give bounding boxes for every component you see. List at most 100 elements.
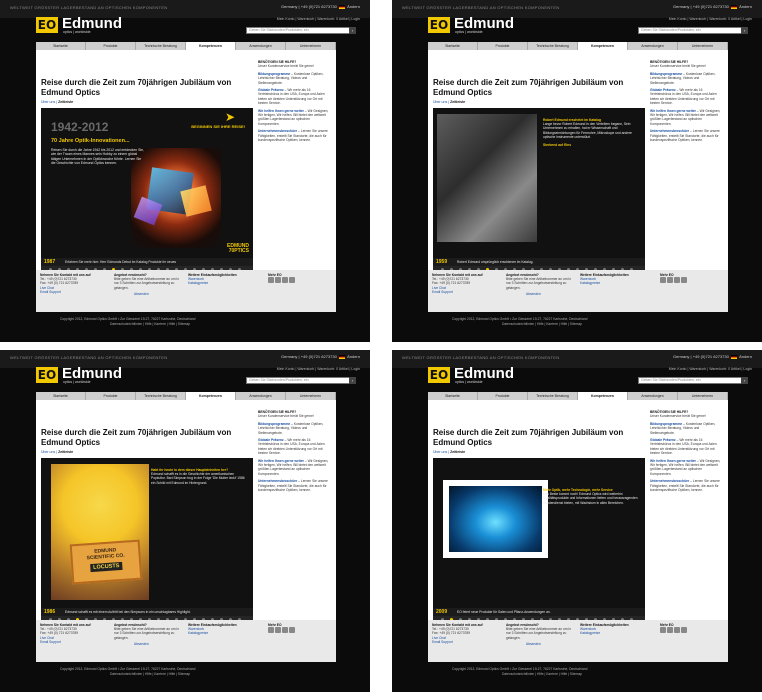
youtube-icon[interactable] <box>282 277 288 284</box>
change-link[interactable]: Ändern <box>739 4 752 9</box>
sidebar-link[interactable]: Unternehmensbroschüre <box>650 479 689 483</box>
facebook-icon[interactable] <box>660 627 666 634</box>
nav-tab[interactable]: Produkte <box>86 42 136 50</box>
sidebar-link[interactable]: Unternehmensbroschüre <box>258 479 297 483</box>
twitter-icon[interactable] <box>275 627 281 634</box>
sidebar-link[interactable]: Globale Präsenz <box>258 438 284 442</box>
nav-tab[interactable]: Startseite <box>428 392 478 400</box>
legal-links[interactable]: Datenschutzrichtlinien | Hilfe | Karrier… <box>110 672 190 676</box>
search-input[interactable]: Geben Sie Stichworten/Produkten- ein <box>638 27 748 34</box>
twitter-icon[interactable] <box>275 277 281 284</box>
linkedin-icon[interactable] <box>289 627 295 634</box>
account-links[interactable]: Mein Konto | Warenkorb | Warenkorb: 0 Ar… <box>277 367 360 371</box>
search-icon[interactable]: › <box>349 377 356 384</box>
change-link[interactable]: Ändern <box>347 4 360 9</box>
nav-tab[interactable]: Technische Beratung <box>528 392 578 400</box>
nav-tab[interactable]: Produkte <box>478 42 528 50</box>
nav-tab[interactable]: Unternehmen <box>678 392 728 400</box>
change-link[interactable]: Ändern <box>347 354 360 359</box>
nav-tab[interactable]: Produkte <box>86 392 136 400</box>
arrow-icon[interactable]: ➤ <box>225 110 237 124</box>
breadcrumb-link[interactable]: Über uns <box>433 450 447 454</box>
sidebar-link[interactable]: Wir helfen Ihnen gerne weiter <box>258 459 304 463</box>
sidebar-link[interactable]: Bildungsprogramme <box>650 422 682 426</box>
account-links[interactable]: Mein Konto | Warenkorb | Warenkorb: 0 Ar… <box>669 367 752 371</box>
country-selector[interactable]: Germany | +49 (0)721 6273730 Ändern <box>281 354 360 359</box>
search-icon[interactable]: › <box>741 377 748 384</box>
twitter-icon[interactable] <box>667 627 673 634</box>
account-links[interactable]: Mein Konto | Warenkorb | Warenkorb: 0 Ar… <box>277 17 360 21</box>
nav-tab[interactable]: Anwendungen <box>628 392 678 400</box>
offer-submit-button[interactable]: Absenden <box>506 292 576 296</box>
timeline-slide[interactable]: 1942-2012 70 Jahre Optik-Innovationen...… <box>41 108 253 258</box>
nav-tab[interactable]: Technische Beratung <box>136 392 186 400</box>
youtube-icon[interactable] <box>674 277 680 284</box>
search-input[interactable]: Geben Sie Stichworten/Produkten- ein <box>246 377 356 384</box>
nav-tab[interactable]: Unternehmen <box>286 42 336 50</box>
offer-submit-button[interactable]: Absenden <box>506 642 576 646</box>
search-icon[interactable]: › <box>741 27 748 34</box>
contact-line[interactable]: Email Support <box>432 290 502 294</box>
legal-links[interactable]: Datenschutzrichtlinien | Hilfe | Karrier… <box>502 672 582 676</box>
breadcrumb-link[interactable]: Über uns <box>433 100 447 104</box>
legal-links[interactable]: Datenschutzrichtlinien | Hilfe | Karrier… <box>502 322 582 326</box>
nav-tab[interactable]: Unternehmen <box>678 42 728 50</box>
country-selector[interactable]: Germany | +49 (0)721 6273730 Ändern <box>673 354 752 359</box>
country-selector[interactable]: Germany | +49 (0)721 6273730 Ändern <box>281 4 360 9</box>
breadcrumb-link[interactable]: Über uns <box>41 450 55 454</box>
sidebar-link[interactable]: Bildungsprogramme <box>258 422 290 426</box>
nav-tab[interactable]: Unternehmen <box>286 392 336 400</box>
nav-tab[interactable]: Produkte <box>478 392 528 400</box>
nav-tab[interactable]: Kompetenzen <box>578 42 628 50</box>
timeline-slide[interactable]: Mehr Optik, mehr Technologie, mehr Servi… <box>433 458 645 608</box>
sidebar-link[interactable]: Globale Präsenz <box>650 88 676 92</box>
offer-submit-button[interactable]: Absenden <box>114 292 184 296</box>
country-selector[interactable]: Germany | +49 (0)721 6273730 Ändern <box>673 4 752 9</box>
contact-line[interactable]: Email Support <box>40 290 110 294</box>
sidebar-link[interactable]: Bildungsprogramme <box>258 72 290 76</box>
linkedin-icon[interactable] <box>289 277 295 284</box>
nav-tab[interactable]: Anwendungen <box>628 42 678 50</box>
begin-journey-button[interactable]: BEGINNEN SIE IHRE REISE! <box>191 124 245 129</box>
facebook-icon[interactable] <box>268 627 274 634</box>
sidebar-link[interactable]: Bildungsprogramme <box>650 72 682 76</box>
facebook-icon[interactable] <box>268 277 274 284</box>
linkedin-icon[interactable] <box>681 277 687 284</box>
breadcrumb-link[interactable]: Über uns <box>41 100 55 104</box>
nav-tab[interactable]: Kompetenzen <box>186 392 236 400</box>
youtube-icon[interactable] <box>282 627 288 634</box>
nav-tab[interactable]: Technische Beratung <box>528 42 578 50</box>
change-link[interactable]: Ändern <box>739 354 752 359</box>
nav-tab[interactable]: Kompetenzen <box>186 42 236 50</box>
nav-tab[interactable]: Anwendungen <box>236 42 286 50</box>
linkedin-icon[interactable] <box>681 627 687 634</box>
sidebar-link[interactable]: Wir helfen Ihnen gerne weiter <box>258 109 304 113</box>
nav-tab[interactable]: Technische Beratung <box>136 42 186 50</box>
sidebar-link[interactable]: Globale Präsenz <box>650 438 676 442</box>
account-links[interactable]: Mein Konto | Warenkorb | Warenkorb: 0 Ar… <box>669 17 752 21</box>
facebook-icon[interactable] <box>660 277 666 284</box>
sidebar-link[interactable]: Wir helfen Ihnen gerne weiter <box>650 109 696 113</box>
shopping-link[interactable]: Katalogpreise <box>580 281 650 285</box>
sidebar-link[interactable]: Unternehmensbroschüre <box>258 129 297 133</box>
search-input[interactable]: Geben Sie Stichworten/Produkten- ein <box>638 377 748 384</box>
timeline-slide[interactable]: EDMUND SCIENTIFIC CO. LOCUSTS Habt ihr h… <box>41 458 253 608</box>
twitter-icon[interactable] <box>667 277 673 284</box>
sidebar-link[interactable]: Wir helfen Ihnen gerne weiter <box>650 459 696 463</box>
timeline-slide[interactable]: Robert Edmund erscheint im Katalog Lange… <box>433 108 645 258</box>
contact-line[interactable]: Email Support <box>40 640 110 644</box>
nav-tab[interactable]: Kompetenzen <box>578 392 628 400</box>
sidebar-link[interactable]: Globale Präsenz <box>258 88 284 92</box>
offer-submit-button[interactable]: Absenden <box>114 642 184 646</box>
nav-tab[interactable]: Startseite <box>36 42 86 50</box>
nav-tab[interactable]: Startseite <box>428 42 478 50</box>
youtube-icon[interactable] <box>674 627 680 634</box>
sidebar-link[interactable]: Unternehmensbroschüre <box>650 129 689 133</box>
contact-line[interactable]: Email Support <box>432 640 502 644</box>
shopping-link[interactable]: Katalogpreise <box>188 281 258 285</box>
nav-tab[interactable]: Startseite <box>36 392 86 400</box>
shopping-link[interactable]: Katalogpreise <box>188 631 258 635</box>
shopping-link[interactable]: Katalogpreise <box>580 631 650 635</box>
nav-tab[interactable]: Anwendungen <box>236 392 286 400</box>
search-input[interactable]: Geben Sie Stichworten/Produkten- ein <box>246 27 356 34</box>
